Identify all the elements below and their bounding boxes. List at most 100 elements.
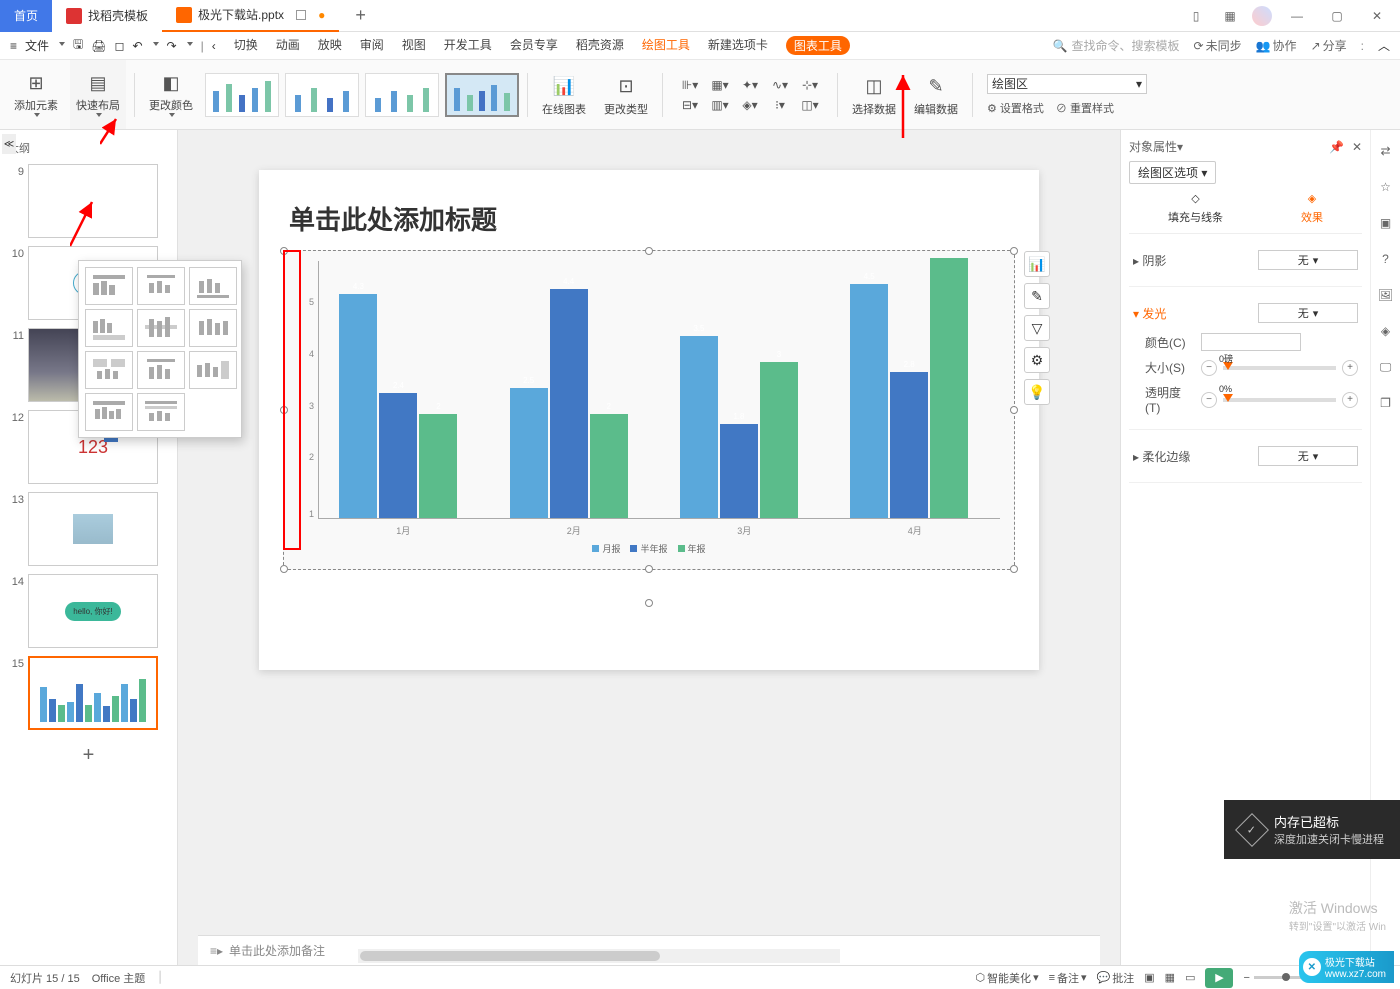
size-plus[interactable]: + (1342, 360, 1358, 376)
menu-prev-icon[interactable]: ‹ (212, 39, 216, 53)
window-minimize[interactable]: — (1282, 1, 1312, 31)
status-notes-btn[interactable]: ≡ 备注 ▾ (1049, 970, 1087, 986)
slide-thumb-15-selected[interactable]: 15 (0, 652, 177, 734)
notes-collapse-icon[interactable]: ≡▸ (210, 944, 223, 958)
chart-settings-icon[interactable]: ⚙ (1024, 347, 1050, 373)
preview-icon[interactable]: ◻ (115, 39, 125, 53)
side-star-icon[interactable]: ☆ (1375, 176, 1397, 198)
share-button[interactable]: ↗分享 (1311, 37, 1347, 54)
change-type-button[interactable]: ⊡更改类型 (604, 73, 648, 117)
tab-current-file[interactable]: 极光下载站.pptx ● (162, 0, 339, 32)
prop-soft-row[interactable]: ▸ 柔化边缘 无 ▾ (1129, 440, 1362, 472)
redo-icon[interactable]: ↷ (167, 39, 177, 53)
size-minus[interactable]: − (1201, 360, 1217, 376)
prop-tab-fill[interactable]: ◇填充与线条 (1168, 192, 1223, 225)
layout-1-icon[interactable]: ▯ (1184, 4, 1208, 28)
add-element-button[interactable]: ⊞添加元素 (14, 69, 58, 120)
menu-transition[interactable]: 切换 (234, 36, 258, 55)
trend-opt-icon[interactable]: ⊟▾ (677, 96, 703, 114)
user-avatar[interactable] (1252, 6, 1272, 26)
prop-tab-effect[interactable]: ◈效果 (1301, 192, 1323, 225)
legend-opt-icon[interactable]: ⁝▾ (767, 96, 793, 114)
chart-brush-icon[interactable]: ✎ (1024, 283, 1050, 309)
line-opt-icon[interactable]: ∿▾ (767, 76, 793, 94)
menu-new-tab[interactable]: 新建选项卡 (708, 36, 768, 55)
updown-opt-icon[interactable]: ◫▾ (797, 96, 823, 114)
save-icon[interactable]: 🖫 (73, 35, 83, 56)
hamburger-icon[interactable]: ≡ (10, 39, 17, 53)
edit-data-button[interactable]: ✎编辑数据 (914, 73, 958, 117)
chart-idea-icon[interactable]: 💡 (1024, 379, 1050, 405)
layout-opt-3[interactable] (189, 267, 237, 305)
sync-status[interactable]: ⟳未同步 (1194, 37, 1242, 54)
opacity-plus[interactable]: + (1342, 392, 1358, 408)
layout-opt-9[interactable] (189, 351, 237, 389)
side-help-icon[interactable]: ? (1375, 248, 1397, 270)
tab-maximize-icon[interactable] (296, 10, 306, 20)
select-data-button[interactable]: ◫选择数据 (852, 73, 896, 117)
layout-opt-11[interactable] (137, 393, 185, 431)
axis-opt-icon[interactable]: ⊪▾ (677, 76, 703, 94)
prop-shadow-row[interactable]: ▸ 阴影 无 ▾ (1129, 244, 1362, 276)
side-layers-icon[interactable]: ▣ (1375, 212, 1397, 234)
shadow-select[interactable]: 无 ▾ (1258, 250, 1358, 270)
menu-draw-tools[interactable]: 绘图工具 (642, 36, 690, 55)
side-monitor-icon[interactable]: 🖵 (1375, 356, 1397, 378)
quick-layout-button[interactable]: ▤快速布局 (76, 69, 120, 120)
play-button[interactable]: ▶ (1205, 968, 1233, 988)
size-slider[interactable]: 0磅 (1223, 366, 1336, 370)
memory-toast[interactable]: ✓ 内存已超标 深度加速关闭卡慢进程 (1224, 800, 1400, 859)
new-tab-button[interactable]: + (339, 5, 382, 26)
title-placeholder[interactable]: 单击此处添加标题 (289, 200, 497, 237)
print-icon[interactable]: 🖨 (91, 39, 106, 53)
area-select-dropdown[interactable]: 绘图区▾ (987, 74, 1147, 94)
chart-stats-icon[interactable]: 📊 (1024, 251, 1050, 277)
error-opt-icon[interactable]: ⊹▾ (797, 76, 823, 94)
soft-select[interactable]: 无 ▾ (1258, 446, 1358, 466)
grid-icon[interactable]: ▦ (1218, 4, 1242, 28)
menu-chart-tools[interactable]: 图表工具 (786, 36, 850, 55)
menu-resources[interactable]: 稻壳资源 (576, 36, 624, 55)
status-view-normal[interactable]: ▣ (1144, 971, 1154, 984)
menu-devtools[interactable]: 开发工具 (444, 36, 492, 55)
file-menu[interactable]: 文件 (25, 37, 49, 54)
glow-color-swatch[interactable] (1201, 333, 1301, 351)
panel-collapse-button[interactable]: ≪ (2, 134, 16, 154)
chart-style-1[interactable] (205, 73, 279, 117)
layout-opt-10[interactable] (85, 393, 133, 431)
chart-object[interactable]: 1 2 3 4 5 4.32.422.54.423.51.834.52.85 1… (283, 250, 1015, 570)
outline-tab[interactable]: 大纲 (0, 136, 177, 160)
layout-opt-4[interactable] (85, 309, 133, 347)
side-cube-icon[interactable]: ❐ (1375, 392, 1397, 414)
undo-icon[interactable]: ↶ (132, 39, 142, 53)
prop-area-dropdown[interactable]: 绘图区选项 ▾ (1129, 161, 1216, 184)
menu-view[interactable]: 视图 (402, 36, 426, 55)
slide-thumb-14[interactable]: 14hello, 你好! (0, 570, 177, 652)
layout-opt-7[interactable] (85, 351, 133, 389)
layout-opt-8[interactable] (137, 351, 185, 389)
add-slide-button[interactable]: + (0, 734, 177, 777)
table-opt-icon[interactable]: ▥▾ (707, 96, 733, 114)
side-image-icon[interactable]: 🖼 (1375, 284, 1397, 306)
change-color-button[interactable]: ◧更改颜色 (149, 69, 193, 120)
menu-member[interactable]: 会员专享 (510, 36, 558, 55)
layout-opt-6[interactable] (189, 309, 237, 347)
status-view-grid[interactable]: ▦ (1165, 971, 1175, 984)
chart-style-2[interactable] (285, 73, 359, 117)
tab-home[interactable]: 首页 (0, 0, 52, 32)
grid-opt-icon[interactable]: ▦▾ (707, 76, 733, 94)
tab-template[interactable]: 找稻壳模板 (52, 0, 162, 32)
horizontal-scrollbar[interactable] (358, 949, 840, 963)
slide-thumb-13[interactable]: 13 (0, 488, 177, 570)
side-settings-icon[interactable]: ⇄ (1375, 140, 1397, 162)
layout-opt-1[interactable] (85, 267, 133, 305)
set-format-button[interactable]: ⚙ 设置格式 (987, 100, 1044, 116)
opacity-minus[interactable]: − (1201, 392, 1217, 408)
prop-glow-row[interactable]: ▾ 发光 无 ▾ (1129, 297, 1362, 329)
window-maximize[interactable]: ▢ (1322, 1, 1352, 31)
title-opt-icon[interactable]: ◈▾ (737, 96, 763, 114)
chart-filter-icon[interactable]: ▽ (1024, 315, 1050, 341)
menu-collapse-icon[interactable]: ︿ (1378, 37, 1390, 54)
menu-slideshow[interactable]: 放映 (318, 36, 342, 55)
slide-canvas[interactable]: 单击此处添加标题 1 2 3 4 5 4.32.422.54. (259, 170, 1039, 670)
